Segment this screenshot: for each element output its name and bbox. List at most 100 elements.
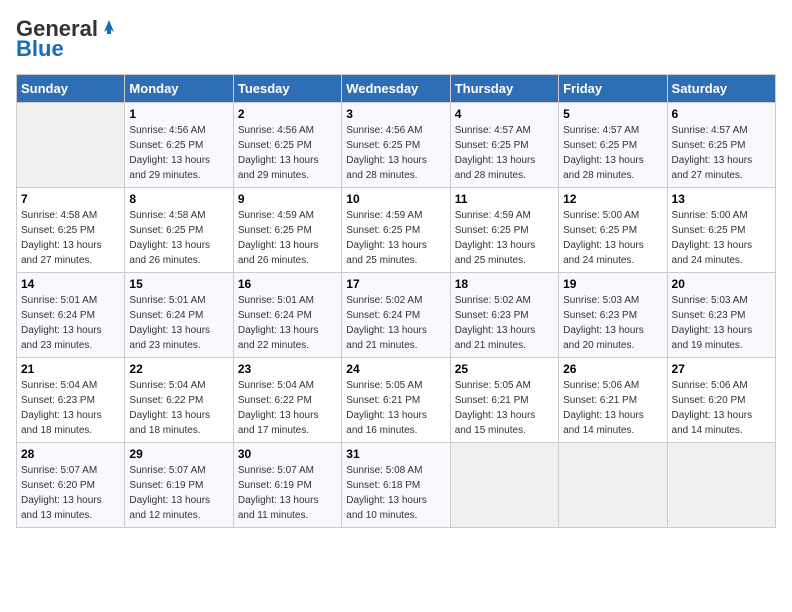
day-info: Sunrise: 5:07 AM Sunset: 6:19 PM Dayligh… [238, 463, 337, 523]
day-number: 11 [455, 192, 554, 206]
day-number: 4 [455, 107, 554, 121]
logo-bird-icon [100, 18, 118, 36]
day-cell: 12 Sunrise: 5:00 AM Sunset: 6:25 PM Dayli… [559, 188, 667, 273]
day-info: Sunrise: 4:59 AM Sunset: 6:25 PM Dayligh… [238, 208, 337, 268]
day-info: Sunrise: 5:01 AM Sunset: 6:24 PM Dayligh… [21, 293, 120, 353]
day-number: 5 [563, 107, 662, 121]
day-cell: 25Sunrise: 5:05 AM Sunset: 6:21 PM Dayli… [450, 358, 558, 443]
day-info: Sunrise: 4:59 AM Sunset: 6:25 PM Dayligh… [346, 208, 445, 268]
day-info: Sunrise: 5:05 AM Sunset: 6:21 PM Dayligh… [455, 378, 554, 438]
day-info: Sunrise: 5:06 AM Sunset: 6:21 PM Dayligh… [563, 378, 662, 438]
day-cell: 26 Sunrise: 5:06 AM Sunset: 6:21 PM Dayli… [559, 358, 667, 443]
column-header-wednesday: Wednesday [342, 75, 450, 103]
day-cell: 10 Sunrise: 4:59 AM Sunset: 6:25 PM Dayli… [342, 188, 450, 273]
day-info: Sunrise: 5:08 AM Sunset: 6:18 PM Dayligh… [346, 463, 445, 523]
day-number: 15 [129, 277, 228, 291]
day-info: Sunrise: 4:57 AM Sunset: 6:25 PM Dayligh… [455, 123, 554, 183]
day-info: Sunrise: 5:05 AM Sunset: 6:21 PM Dayligh… [346, 378, 445, 438]
day-number: 8 [129, 192, 228, 206]
day-info: Sunrise: 5:02 AM Sunset: 6:24 PM Dayligh… [346, 293, 445, 353]
week-row-2: 7 Sunrise: 4:58 AM Sunset: 6:25 PM Daylig… [17, 188, 776, 273]
day-info: Sunrise: 4:58 AM Sunset: 6:25 PM Dayligh… [129, 208, 228, 268]
day-cell: 24 Sunrise: 5:05 AM Sunset: 6:21 PM Dayli… [342, 358, 450, 443]
day-number: 19 [563, 277, 662, 291]
day-cell: 4 Sunrise: 4:57 AM Sunset: 6:25 PM Daylig… [450, 103, 558, 188]
day-cell: 14 Sunrise: 5:01 AM Sunset: 6:24 PM Dayli… [17, 273, 125, 358]
day-number: 24 [346, 362, 445, 376]
day-cell: 31 Sunrise: 5:08 AM Sunset: 6:18 PM Dayli… [342, 443, 450, 528]
day-number: 23 [238, 362, 337, 376]
day-info: Sunrise: 5:00 AM Sunset: 6:25 PM Dayligh… [672, 208, 771, 268]
day-cell: 20Sunrise: 5:03 AM Sunset: 6:23 PM Dayli… [667, 273, 775, 358]
day-number: 22 [129, 362, 228, 376]
day-cell [17, 103, 125, 188]
day-cell: 16Sunrise: 5:01 AM Sunset: 6:24 PM Dayli… [233, 273, 341, 358]
column-header-sunday: Sunday [17, 75, 125, 103]
column-header-monday: Monday [125, 75, 233, 103]
day-number: 16 [238, 277, 337, 291]
day-info: Sunrise: 5:02 AM Sunset: 6:23 PM Dayligh… [455, 293, 554, 353]
logo-blue-text: Blue [16, 36, 64, 62]
day-number: 12 [563, 192, 662, 206]
day-info: Sunrise: 5:03 AM Sunset: 6:23 PM Dayligh… [672, 293, 771, 353]
column-header-friday: Friday [559, 75, 667, 103]
day-cell: 8 Sunrise: 4:58 AM Sunset: 6:25 PM Daylig… [125, 188, 233, 273]
day-number: 17 [346, 277, 445, 291]
week-row-5: 28Sunrise: 5:07 AM Sunset: 6:20 PM Dayli… [17, 443, 776, 528]
day-cell: 29 Sunrise: 5:07 AM Sunset: 6:19 PM Dayli… [125, 443, 233, 528]
day-info: Sunrise: 5:04 AM Sunset: 6:22 PM Dayligh… [129, 378, 228, 438]
day-info: Sunrise: 4:58 AM Sunset: 6:25 PM Dayligh… [21, 208, 120, 268]
week-row-4: 21 Sunrise: 5:04 AM Sunset: 6:23 PM Dayli… [17, 358, 776, 443]
day-cell: 21 Sunrise: 5:04 AM Sunset: 6:23 PM Dayli… [17, 358, 125, 443]
day-cell [667, 443, 775, 528]
day-number: 6 [672, 107, 771, 121]
day-number: 9 [238, 192, 337, 206]
day-info: Sunrise: 5:04 AM Sunset: 6:23 PM Dayligh… [21, 378, 120, 438]
day-cell: 27 Sunrise: 5:06 AM Sunset: 6:20 PM Dayli… [667, 358, 775, 443]
day-info: Sunrise: 5:03 AM Sunset: 6:23 PM Dayligh… [563, 293, 662, 353]
day-cell: 5 Sunrise: 4:57 AM Sunset: 6:25 PM Daylig… [559, 103, 667, 188]
day-info: Sunrise: 4:56 AM Sunset: 6:25 PM Dayligh… [129, 123, 228, 183]
day-cell: 19 Sunrise: 5:03 AM Sunset: 6:23 PM Dayli… [559, 273, 667, 358]
day-number: 10 [346, 192, 445, 206]
column-header-thursday: Thursday [450, 75, 558, 103]
day-cell: 1 Sunrise: 4:56 AM Sunset: 6:25 PM Daylig… [125, 103, 233, 188]
day-number: 1 [129, 107, 228, 121]
day-info: Sunrise: 5:07 AM Sunset: 6:19 PM Dayligh… [129, 463, 228, 523]
day-info: Sunrise: 5:07 AM Sunset: 6:20 PM Dayligh… [21, 463, 120, 523]
day-info: Sunrise: 5:00 AM Sunset: 6:25 PM Dayligh… [563, 208, 662, 268]
day-number: 7 [21, 192, 120, 206]
day-number: 29 [129, 447, 228, 461]
day-info: Sunrise: 5:01 AM Sunset: 6:24 PM Dayligh… [129, 293, 228, 353]
column-header-tuesday: Tuesday [233, 75, 341, 103]
day-cell: 18 Sunrise: 5:02 AM Sunset: 6:23 PM Dayli… [450, 273, 558, 358]
day-info: Sunrise: 4:57 AM Sunset: 6:25 PM Dayligh… [563, 123, 662, 183]
page-header: General Blue [16, 16, 776, 62]
day-info: Sunrise: 4:56 AM Sunset: 6:25 PM Dayligh… [346, 123, 445, 183]
day-info: Sunrise: 4:59 AM Sunset: 6:25 PM Dayligh… [455, 208, 554, 268]
day-info: Sunrise: 5:04 AM Sunset: 6:22 PM Dayligh… [238, 378, 337, 438]
day-number: 13 [672, 192, 771, 206]
day-number: 30 [238, 447, 337, 461]
logo: General Blue [16, 16, 118, 62]
day-number: 18 [455, 277, 554, 291]
day-cell: 17 Sunrise: 5:02 AM Sunset: 6:24 PM Dayli… [342, 273, 450, 358]
day-cell: 7 Sunrise: 4:58 AM Sunset: 6:25 PM Daylig… [17, 188, 125, 273]
day-info: Sunrise: 5:06 AM Sunset: 6:20 PM Dayligh… [672, 378, 771, 438]
day-number: 26 [563, 362, 662, 376]
day-number: 31 [346, 447, 445, 461]
day-cell: 11 Sunrise: 4:59 AM Sunset: 6:25 PM Dayli… [450, 188, 558, 273]
day-cell: 30 Sunrise: 5:07 AM Sunset: 6:19 PM Dayli… [233, 443, 341, 528]
day-cell: 22 Sunrise: 5:04 AM Sunset: 6:22 PM Dayli… [125, 358, 233, 443]
calendar-table: SundayMondayTuesdayWednesdayThursdayFrid… [16, 74, 776, 528]
day-cell [559, 443, 667, 528]
header-row: SundayMondayTuesdayWednesdayThursdayFrid… [17, 75, 776, 103]
day-info: Sunrise: 4:57 AM Sunset: 6:25 PM Dayligh… [672, 123, 771, 183]
day-cell: 2Sunrise: 4:56 AM Sunset: 6:25 PM Daylig… [233, 103, 341, 188]
day-number: 14 [21, 277, 120, 291]
day-number: 21 [21, 362, 120, 376]
day-number: 27 [672, 362, 771, 376]
day-info: Sunrise: 4:56 AM Sunset: 6:25 PM Dayligh… [238, 123, 337, 183]
day-cell: 13 Sunrise: 5:00 AM Sunset: 6:25 PM Dayli… [667, 188, 775, 273]
day-cell: 28Sunrise: 5:07 AM Sunset: 6:20 PM Dayli… [17, 443, 125, 528]
